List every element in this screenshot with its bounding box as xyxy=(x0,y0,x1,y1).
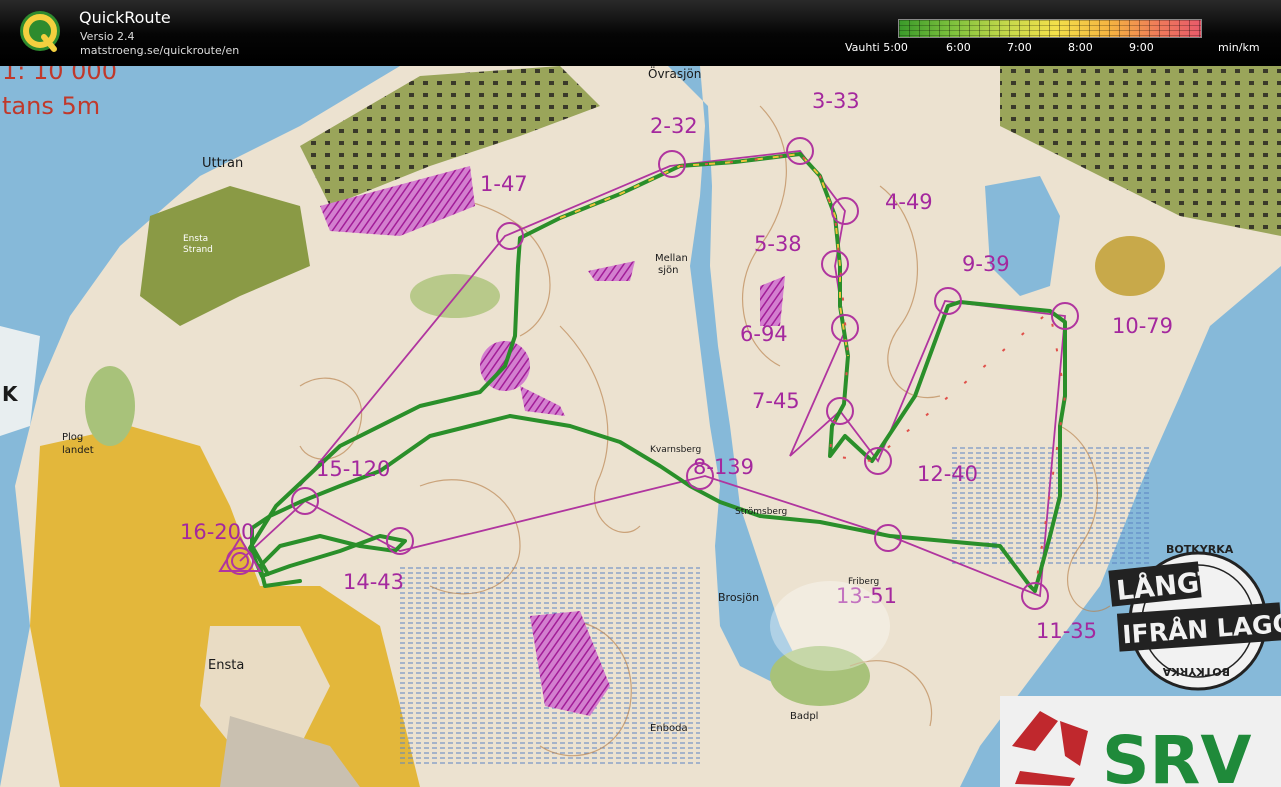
badge-bottom-text: BOTKYRKA xyxy=(1162,665,1230,678)
pace-color-scale xyxy=(898,19,1202,38)
app-title: QuickRoute xyxy=(79,8,171,27)
place-ensta: Ensta xyxy=(208,658,244,673)
control-label-12: 12-40 xyxy=(917,462,978,486)
control-label-4: 4-49 xyxy=(885,190,933,214)
app-header: QuickRoute Versio 2.4 matstroeng.se/quic… xyxy=(0,0,1281,62)
place-plog-2: landet xyxy=(62,445,94,456)
map-scale-text: 1: 10 000 xyxy=(2,66,117,85)
orienteering-map[interactable]: 1-47 2-32 3-33 4-49 5-38 6-94 7-45 8-139… xyxy=(0,66,1281,787)
map-contour-text: tans 5m xyxy=(2,92,100,120)
pace-tick-8: 8:00 xyxy=(1068,41,1093,54)
green-patch xyxy=(85,366,135,446)
badge-top-text: BOTKYRKA xyxy=(1166,543,1234,556)
quickroute-logo-icon xyxy=(20,11,60,52)
control-label-7: 7-45 xyxy=(752,389,800,413)
control-label-15: 15-120 xyxy=(316,457,390,481)
app-url[interactable]: matstroeng.se/quickroute/en xyxy=(80,44,239,57)
place-mellansjon-1: Mellan xyxy=(655,253,688,264)
place-ovrasjon: Övrasjön xyxy=(648,66,701,81)
control-label-2: 2-32 xyxy=(650,114,698,138)
control-label-6: 6-94 xyxy=(740,322,788,346)
control-label-9: 9-39 xyxy=(962,252,1010,276)
place-badpl: Badpl xyxy=(790,711,818,722)
control-label-3: 3-33 xyxy=(812,89,860,113)
legend-letter: K xyxy=(2,382,19,406)
control-label-5: 5-38 xyxy=(754,232,802,256)
sports-field xyxy=(1095,236,1165,296)
marsh-area xyxy=(950,446,1150,566)
control-label-1: 1-47 xyxy=(480,172,528,196)
pace-tick-9: 9:00 xyxy=(1129,41,1154,54)
pace-scale-unit: min/km xyxy=(1218,41,1260,54)
srv-logo: SRV xyxy=(1000,696,1281,787)
control-label-14: 14-43 xyxy=(343,570,404,594)
place-enboda: Enboda xyxy=(650,723,688,734)
srv-text: SRV xyxy=(1102,722,1251,787)
control-label-10: 10-79 xyxy=(1112,314,1173,338)
app-version: Versio 2.4 xyxy=(80,30,135,43)
pace-scale-prefix: Vauhti 5:00 xyxy=(845,41,908,54)
pace-tick-6: 6:00 xyxy=(946,41,971,54)
photo-glare xyxy=(770,581,890,671)
control-label-11: 11-35 xyxy=(1036,619,1097,643)
place-plog-1: Plog xyxy=(62,432,83,443)
control-label-16: 16-200 xyxy=(180,520,254,544)
place-ensta-strand-2: Strand xyxy=(183,245,213,255)
control-label-8: 8-139 xyxy=(693,455,754,479)
place-brosjon: Brosjön xyxy=(718,591,759,604)
place-mellansjon-2: sjön xyxy=(658,265,678,276)
place-stromsberg: Strömsberg xyxy=(735,507,787,517)
pace-tick-7: 7:00 xyxy=(1007,41,1032,54)
place-kvarnsberg: Kvarnsberg xyxy=(650,445,701,455)
place-ensta-strand-1: Ensta xyxy=(183,234,208,244)
place-uttran: Uttran xyxy=(202,156,243,171)
